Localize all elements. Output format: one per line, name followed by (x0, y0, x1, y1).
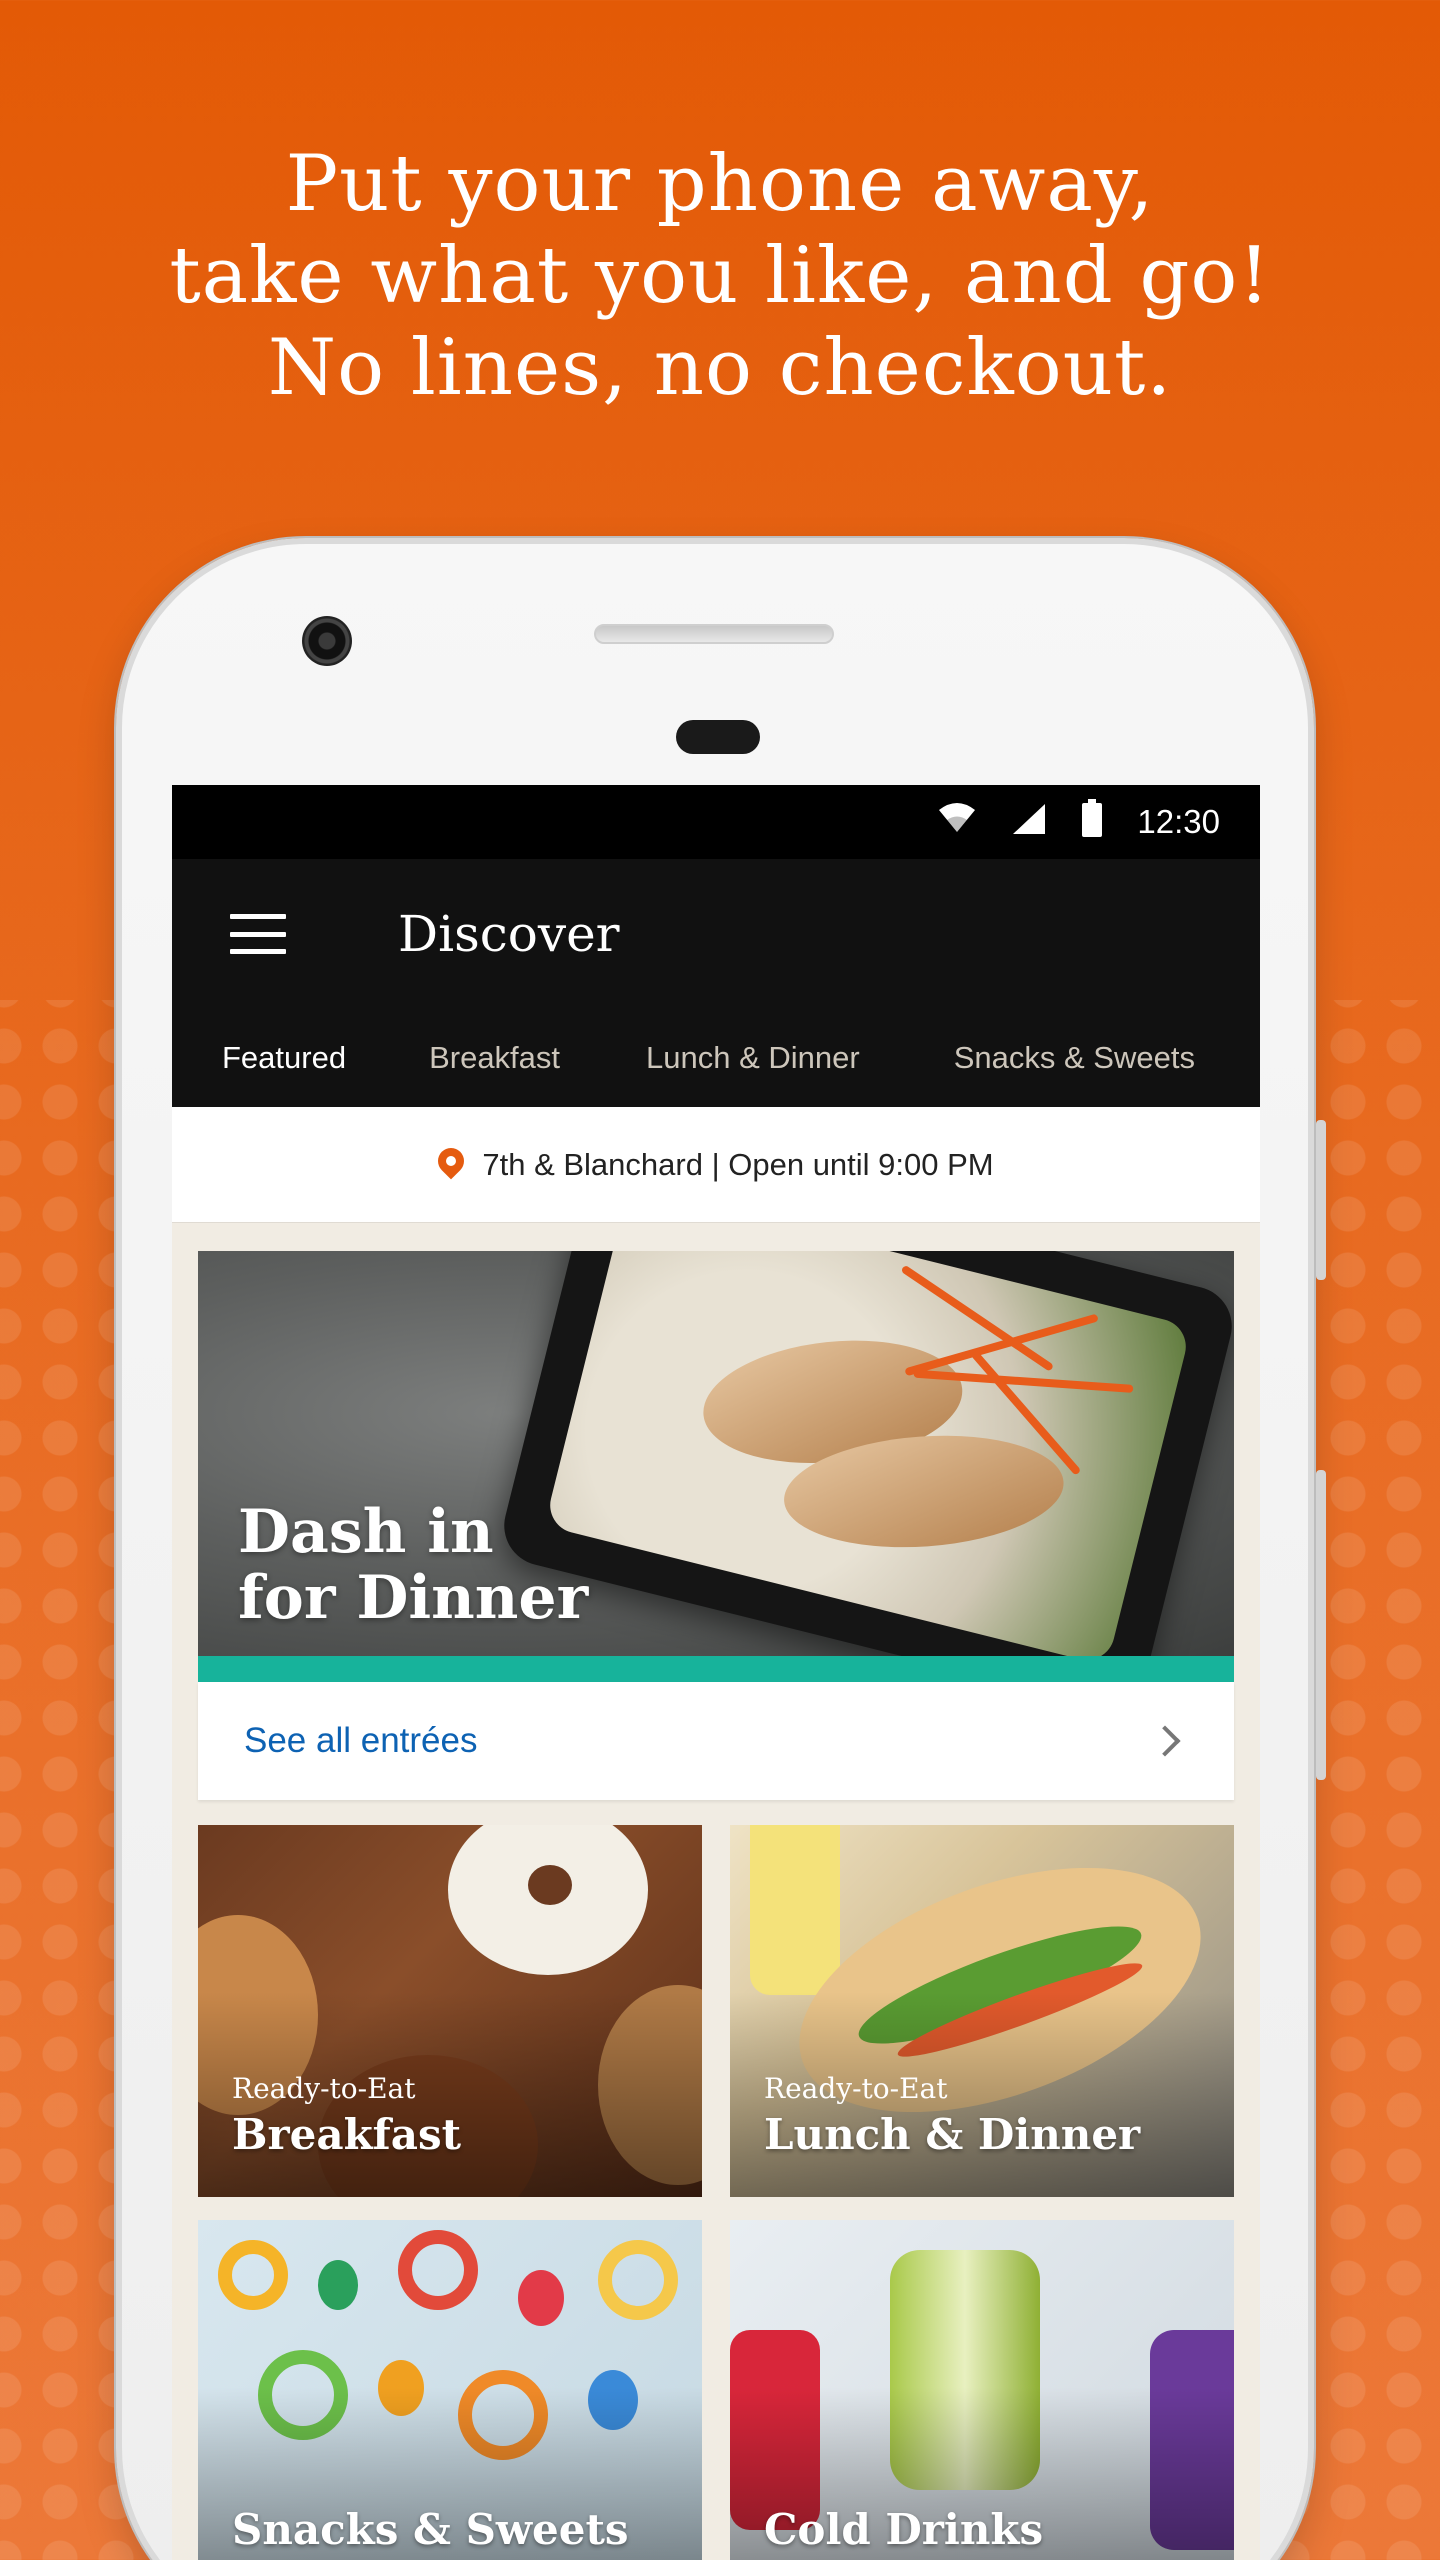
category-tile-snacks-sweets[interactable]: Snacks & Sweets (198, 2220, 702, 2560)
category-tile-cold-drinks[interactable]: Cold Drinks (730, 2220, 1234, 2560)
volume-button (1316, 1470, 1326, 1780)
chevron-right-icon (1149, 1725, 1181, 1757)
category-tile-lunch-dinner[interactable]: Ready-to-Eat Lunch & Dinner (730, 1825, 1234, 2197)
tab-snacks-sweets[interactable]: Snacks & Sweets (954, 1040, 1195, 1076)
tab-featured[interactable]: Featured (222, 1040, 346, 1076)
headline-line-3: No lines, no checkout. (267, 323, 1173, 413)
tile-drinks-title: Cold Drinks (764, 2505, 1044, 2554)
wifi-icon (937, 802, 977, 843)
meal-tray-image (495, 1251, 1234, 1656)
earpiece-speaker (594, 624, 834, 644)
app-bar: Discover Featured Breakfast Lunch & Dinn… (172, 859, 1260, 1107)
tile-breakfast-title: Breakfast (232, 2110, 461, 2159)
app-screen: 12:30 Discover Featured Breakfast Lunch … (172, 785, 1260, 2560)
category-tile-breakfast[interactable]: Ready-to-Eat Breakfast (198, 1825, 702, 2197)
front-camera (302, 616, 352, 666)
see-all-entrees-link[interactable]: See all entrées (198, 1682, 1234, 1800)
tile-snacks-title: Snacks & Sweets (232, 2505, 629, 2554)
location-pin-icon (438, 1148, 464, 1182)
store-location-bar[interactable]: 7th & Blanchard | Open until 9:00 PM (172, 1107, 1260, 1223)
status-time: 12:30 (1137, 803, 1220, 840)
tab-breakfast[interactable]: Breakfast (429, 1040, 560, 1076)
featured-accent-strip (198, 1656, 1234, 1682)
headline-line-1: Put your phone away, (285, 139, 1155, 229)
battery-icon (1081, 798, 1103, 846)
proximity-sensor (676, 720, 760, 754)
category-tabs: Featured Breakfast Lunch & Dinner Snacks… (172, 1009, 1260, 1107)
cell-signal-icon (1011, 802, 1047, 843)
promo-headline: Put your phone away, take what you like,… (0, 138, 1440, 414)
tile-lunch-title: Lunch & Dinner (764, 2110, 1141, 2159)
headline-line-2: take what you like, and go! (169, 231, 1271, 321)
hamburger-menu-icon[interactable] (230, 914, 286, 954)
see-all-label: See all entrées (244, 1721, 478, 1760)
tile-breakfast-subtitle: Ready-to-Eat (232, 2072, 416, 2105)
tile-lunch-subtitle: Ready-to-Eat (764, 2072, 948, 2105)
featured-card[interactable]: Dash in for Dinner See all entrées (198, 1251, 1234, 1800)
store-location-text: 7th & Blanchard | Open until 9:00 PM (482, 1146, 994, 1182)
power-button (1316, 1120, 1326, 1280)
featured-title: Dash in for Dinner (238, 1497, 589, 1633)
featured-hero-image[interactable]: Dash in for Dinner (198, 1251, 1234, 1656)
tab-lunch-dinner[interactable]: Lunch & Dinner (646, 1040, 860, 1076)
page-title: Discover (398, 905, 620, 963)
status-bar: 12:30 (172, 785, 1260, 859)
